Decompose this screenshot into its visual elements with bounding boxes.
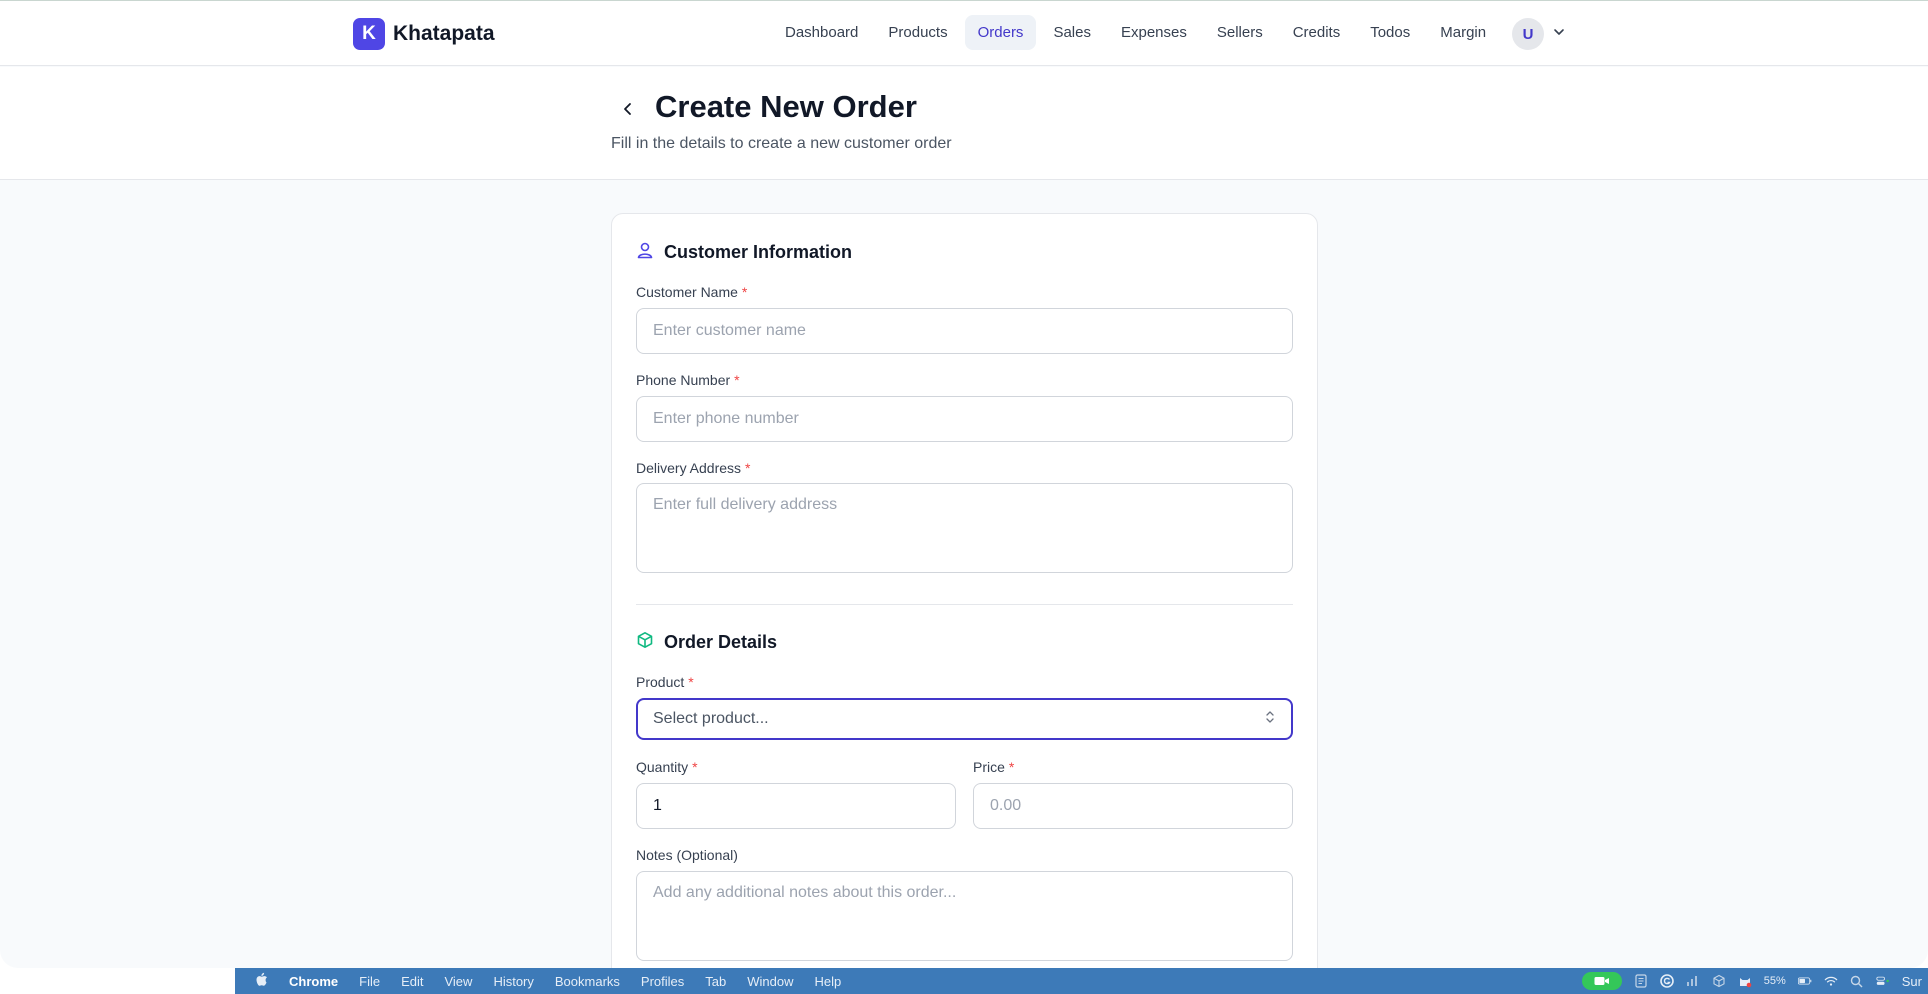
customer-name-label-text: Customer Name <box>636 284 738 300</box>
required-mark: * <box>1008 759 1015 775</box>
address-label: Delivery Address * <box>636 460 751 476</box>
menubar-file[interactable]: File <box>359 974 380 989</box>
product-select[interactable]: Select product... <box>636 698 1293 740</box>
package-icon <box>636 631 654 654</box>
menubar-edit[interactable]: Edit <box>401 974 423 989</box>
menubar-left: Chrome File Edit View History Bookmarks … <box>235 972 841 990</box>
video-recording-icon[interactable] <box>1581 972 1622 990</box>
cat-icon[interactable] <box>1738 974 1752 988</box>
network-icon[interactable] <box>1686 974 1700 988</box>
nav-expenses[interactable]: Expenses <box>1108 15 1200 50</box>
required-mark: * <box>692 759 698 775</box>
chevron-left-icon <box>620 101 636 122</box>
macos-menubar: Chrome File Edit View History Bookmarks … <box>235 968 1928 994</box>
price-label-text: Price <box>973 759 1005 775</box>
customer-section-label: Customer Information <box>664 242 853 262</box>
address-label-text: Delivery Address <box>636 460 742 476</box>
menubar-profiles[interactable]: Profiles <box>641 974 684 989</box>
menubar-bookmarks[interactable]: Bookmarks <box>555 974 620 989</box>
menubar-view[interactable]: View <box>444 974 472 989</box>
menubar-clock[interactable]: Sur <box>1902 974 1922 989</box>
avatar: U <box>1512 18 1544 50</box>
phone-label: Phone Number * <box>636 372 740 388</box>
page-title: Create New Order <box>655 89 917 124</box>
price-input[interactable] <box>973 783 1293 829</box>
menubar-window[interactable]: Window <box>747 974 793 989</box>
cube-icon[interactable] <box>1712 974 1726 988</box>
back-button[interactable] <box>614 97 642 125</box>
menubar-tray: 55% Sur <box>1581 968 1928 994</box>
customer-name-label: Customer Name * <box>636 284 747 300</box>
required-mark: * <box>745 460 751 476</box>
brand-name: Khatapata <box>393 22 495 45</box>
order-form-card: Customer Information Customer Name* Phon… <box>611 213 1318 968</box>
nav-orders[interactable]: Orders <box>964 15 1037 50</box>
product-label: Product * <box>636 674 694 690</box>
section-divider <box>636 604 1293 605</box>
wifi-icon[interactable] <box>1824 974 1838 988</box>
menubar-history[interactable]: History <box>493 974 533 989</box>
page-header: Create New Order Fill in the details to … <box>0 67 1928 180</box>
order-section-label: Order Details <box>664 632 778 652</box>
menubar-app-name[interactable]: Chrome <box>289 974 338 989</box>
menubar-tab[interactable]: Tab <box>705 974 726 989</box>
product-label-text: Product <box>636 674 685 690</box>
search-icon[interactable] <box>1850 974 1864 988</box>
quantity-label-text: Quantity <box>636 759 689 775</box>
nav-margin[interactable]: Margin <box>1427 15 1499 50</box>
nav-todos[interactable]: Todos <box>1357 15 1423 50</box>
required-mark: * <box>734 372 740 388</box>
top-navbar: K Khatapata Dashboard Products Orders Sa… <box>0 1 1928 66</box>
page-subtitle: Fill in the details to create a new cust… <box>611 135 952 152</box>
chevron-up-down-icon <box>1264 710 1276 729</box>
grammarly-icon[interactable] <box>1659 974 1674 988</box>
required-mark: * <box>688 674 694 690</box>
price-label: Price * <box>973 759 1014 775</box>
customer-name-input[interactable] <box>636 308 1293 354</box>
user-icon <box>636 241 654 264</box>
nav-dashboard[interactable]: Dashboard <box>772 15 871 50</box>
quantity-label: Quantity * <box>636 759 698 775</box>
brand-logo: K <box>353 18 385 50</box>
menubar-help[interactable]: Help <box>815 974 842 989</box>
customer-section-title: Customer Information <box>636 241 852 264</box>
chevron-down-icon <box>1552 25 1566 44</box>
quantity-input[interactable] <box>636 783 956 829</box>
product-select-value: Select product... <box>653 710 769 727</box>
phone-label-text: Phone Number <box>636 372 731 388</box>
nav-sales[interactable]: Sales <box>1040 15 1104 50</box>
brand[interactable]: K Khatapata <box>353 18 495 50</box>
phone-input[interactable] <box>636 396 1293 442</box>
address-textarea[interactable] <box>636 483 1293 573</box>
required-mark: * <box>741 284 748 300</box>
nav-sellers[interactable]: Sellers <box>1204 15 1276 50</box>
nav-credits[interactable]: Credits <box>1280 15 1354 50</box>
order-section-title: Order Details <box>636 631 777 654</box>
nav-products[interactable]: Products <box>875 15 960 50</box>
main-nav: Dashboard Products Orders Sales Expenses… <box>772 15 1499 50</box>
notes-label: Notes (Optional) <box>636 847 738 863</box>
apple-icon[interactable] <box>255 972 268 990</box>
note-icon[interactable] <box>1634 974 1648 988</box>
battery-icon[interactable] <box>1797 974 1812 988</box>
browser-viewport: K Khatapata Dashboard Products Orders Sa… <box>0 0 1928 968</box>
control-center-icon[interactable] <box>1876 974 1890 988</box>
notes-textarea[interactable] <box>636 871 1293 961</box>
user-menu[interactable]: U <box>1512 18 1566 50</box>
battery-percent: 55% <box>1763 975 1786 987</box>
